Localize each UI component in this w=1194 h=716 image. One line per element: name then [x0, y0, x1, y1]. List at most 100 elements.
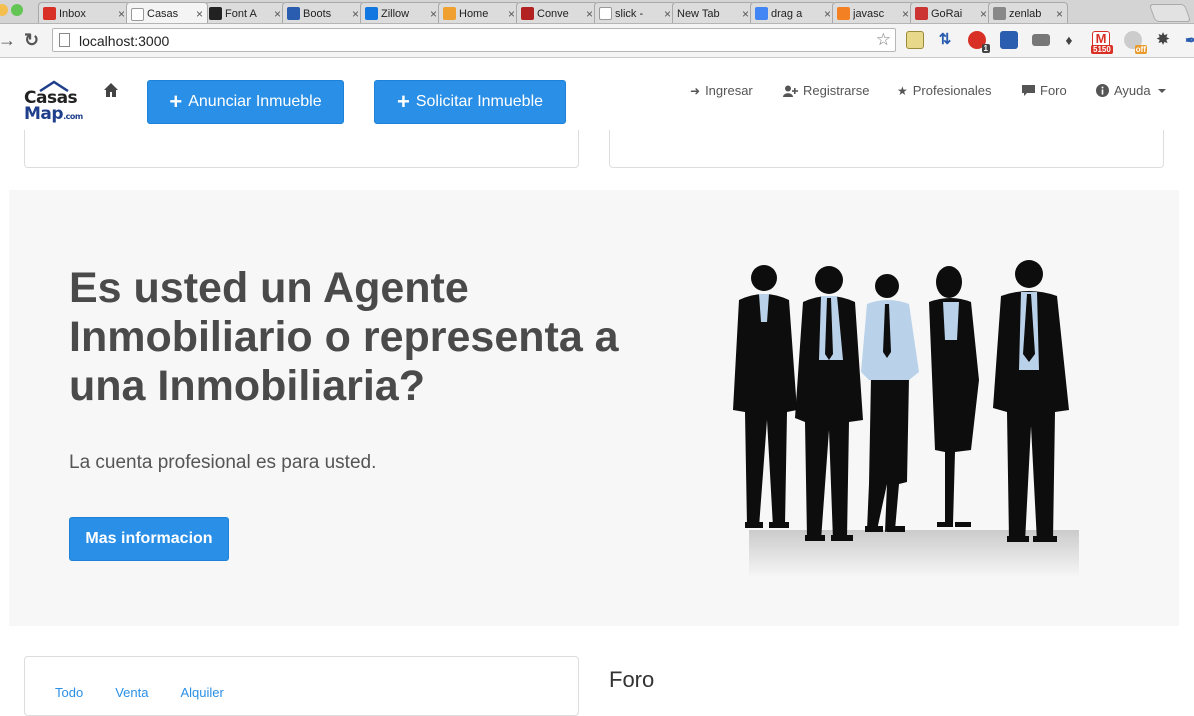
browser-tab[interactable]: Boots × — [282, 2, 364, 23]
listing-card-right — [609, 130, 1164, 168]
browser-tab-label: Casas — [147, 8, 179, 20]
browser-tab[interactable]: slick - × — [594, 2, 676, 23]
stackoverflow-icon — [837, 7, 850, 20]
close-tab-icon[interactable]: × — [1056, 7, 1063, 21]
bookmark-star-icon[interactable]: ☆ — [876, 30, 891, 50]
gmail-checker-icon[interactable]: M 5150 — [1091, 31, 1113, 54]
chevron-down-icon — [1157, 88, 1166, 93]
browser-tab-label: javasc — [853, 7, 885, 20]
evernote-icon[interactable]: ♦ — [1060, 31, 1078, 49]
close-tab-icon[interactable]: × — [980, 7, 987, 21]
off-badge: off — [1134, 45, 1147, 54]
gorails-icon — [915, 7, 928, 20]
close-tab-icon[interactable]: × — [902, 7, 909, 21]
close-tab-icon[interactable]: × — [586, 7, 593, 21]
star-icon: ★ — [897, 83, 908, 98]
nav-ingresar-label: Ingresar — [705, 83, 753, 98]
foro-section-title: Foro — [609, 667, 655, 692]
plus-icon: + — [169, 89, 183, 114]
bootsnipp-icon — [287, 7, 300, 20]
forward-icon[interactable]: → — [0, 30, 16, 51]
anunciar-inmueble-button[interactable]: + Anunciar Inmueble — [147, 80, 344, 124]
new-tab-button[interactable] — [1148, 4, 1192, 22]
nav-foro-label: Foro — [1040, 83, 1067, 98]
pen-extension-icon[interactable]: ✒ — [1182, 31, 1194, 49]
browser-tab[interactable]: zenlab × — [988, 2, 1068, 23]
close-tab-icon[interactable]: × — [664, 7, 671, 21]
nav-ayuda-label: Ayuda — [1114, 83, 1151, 98]
listings-filter-card: Todo Venta Alquiler — [24, 656, 579, 716]
browser-tab[interactable]: GoRai × — [910, 2, 992, 23]
close-tab-icon[interactable]: × — [742, 7, 749, 21]
solicitar-inmueble-label: Solicitar Inmueble — [415, 93, 544, 110]
hero-headline: Es usted un Agente Inmobiliario o repres… — [69, 264, 619, 410]
close-tab-icon[interactable]: × — [824, 7, 831, 21]
page-icon — [59, 33, 70, 47]
browser-tab[interactable]: Home × — [438, 2, 520, 23]
close-tab-icon[interactable]: × — [274, 7, 281, 21]
browser-tab[interactable]: Casas × — [126, 2, 208, 23]
page-icon — [131, 7, 144, 21]
nav-profesionales-label: Profesionales — [912, 83, 992, 98]
casasmap-logo[interactable]: Casas Map.com — [24, 80, 83, 126]
business-people-image — [733, 260, 1079, 578]
close-tab-icon[interactable]: × — [118, 7, 125, 21]
reload-icon[interactable]: ↻ — [24, 30, 39, 51]
info-icon — [1096, 84, 1109, 97]
browser-tab[interactable]: New Tab × — [672, 2, 754, 23]
close-tab-icon[interactable]: × — [196, 7, 203, 21]
sign-in-icon: ➜ — [690, 83, 701, 98]
browser-tab-label: Zillow — [381, 7, 410, 20]
wallet-extension-icon[interactable] — [1032, 34, 1050, 46]
home-icon — [443, 7, 456, 20]
page-icon — [599, 7, 612, 20]
adblock-icon[interactable]: 1 — [968, 31, 990, 53]
nav-ayuda-dropdown[interactable]: Ayuda — [1096, 83, 1166, 98]
browser-tab-label: slick - — [615, 7, 644, 20]
html-icon — [521, 7, 534, 20]
mas-informacion-button[interactable]: Mas informacion — [69, 517, 229, 561]
address-url: localhost:3000 — [79, 33, 170, 49]
logo-text-map: Map.com — [24, 104, 83, 124]
nav-registrarse[interactable]: Registrarse — [783, 83, 869, 98]
analytics-extension-icon[interactable] — [1000, 31, 1018, 49]
comment-icon — [1022, 84, 1035, 96]
browser-tab[interactable]: Conve × — [516, 2, 598, 23]
listing-card-left — [24, 130, 579, 168]
nav-ingresar[interactable]: ➜ Ingresar — [690, 83, 753, 98]
flag-icon — [209, 7, 222, 20]
window-zoom-button[interactable] — [11, 4, 23, 16]
close-tab-icon[interactable]: × — [508, 7, 515, 21]
close-tab-icon[interactable]: × — [430, 7, 437, 21]
user-plus-icon — [783, 85, 798, 97]
browser-toolbar: → ↻ localhost:3000 ☆ ⇅ 1 ♦ M 5150 off ✸ … — [0, 24, 1194, 58]
browser-tab[interactable]: Zillow × — [360, 2, 442, 23]
download-arrows-icon[interactable]: ⇅ — [936, 31, 954, 49]
adblock-badge: 1 — [981, 44, 990, 53]
address-bar[interactable]: localhost:3000 ☆ — [52, 28, 896, 52]
browser-tab-label: zenlab — [1009, 7, 1042, 20]
browser-tab[interactable]: javasc × — [832, 2, 914, 23]
nav-profesionales[interactable]: ★ Profesionales — [897, 83, 992, 98]
window-minimize-button[interactable] — [0, 4, 8, 16]
browser-tab[interactable]: Font A × — [204, 2, 286, 23]
cat-extension-icon[interactable]: off — [1124, 31, 1147, 54]
professional-hero: Es usted un Agente Inmobiliario o repres… — [9, 190, 1179, 626]
close-tab-icon[interactable]: × — [352, 7, 359, 21]
gmail-icon — [43, 7, 56, 20]
anunciar-inmueble-label: Anunciar Inmueble — [188, 93, 322, 110]
solicitar-inmueble-button[interactable]: + Solicitar Inmueble — [374, 80, 566, 124]
nav-foro[interactable]: Foro — [1022, 83, 1067, 98]
browser-tab-label: Inbox — [59, 7, 86, 20]
zenlab-icon — [993, 7, 1006, 20]
google-icon — [755, 7, 768, 20]
browser-tab-label: Home — [459, 7, 489, 20]
hero-subtext: La cuenta profesional es para usted. — [69, 452, 377, 473]
bug-extension-icon[interactable]: ✸ — [1154, 31, 1172, 49]
browser-tab[interactable]: drag a × — [750, 2, 836, 23]
browser-tab-label: Boots — [303, 7, 332, 20]
browser-tab[interactable]: Inbox × — [38, 2, 130, 23]
home-icon[interactable] — [103, 82, 119, 98]
notes-extension-icon[interactable] — [906, 31, 924, 49]
plus-icon: + — [396, 89, 410, 114]
